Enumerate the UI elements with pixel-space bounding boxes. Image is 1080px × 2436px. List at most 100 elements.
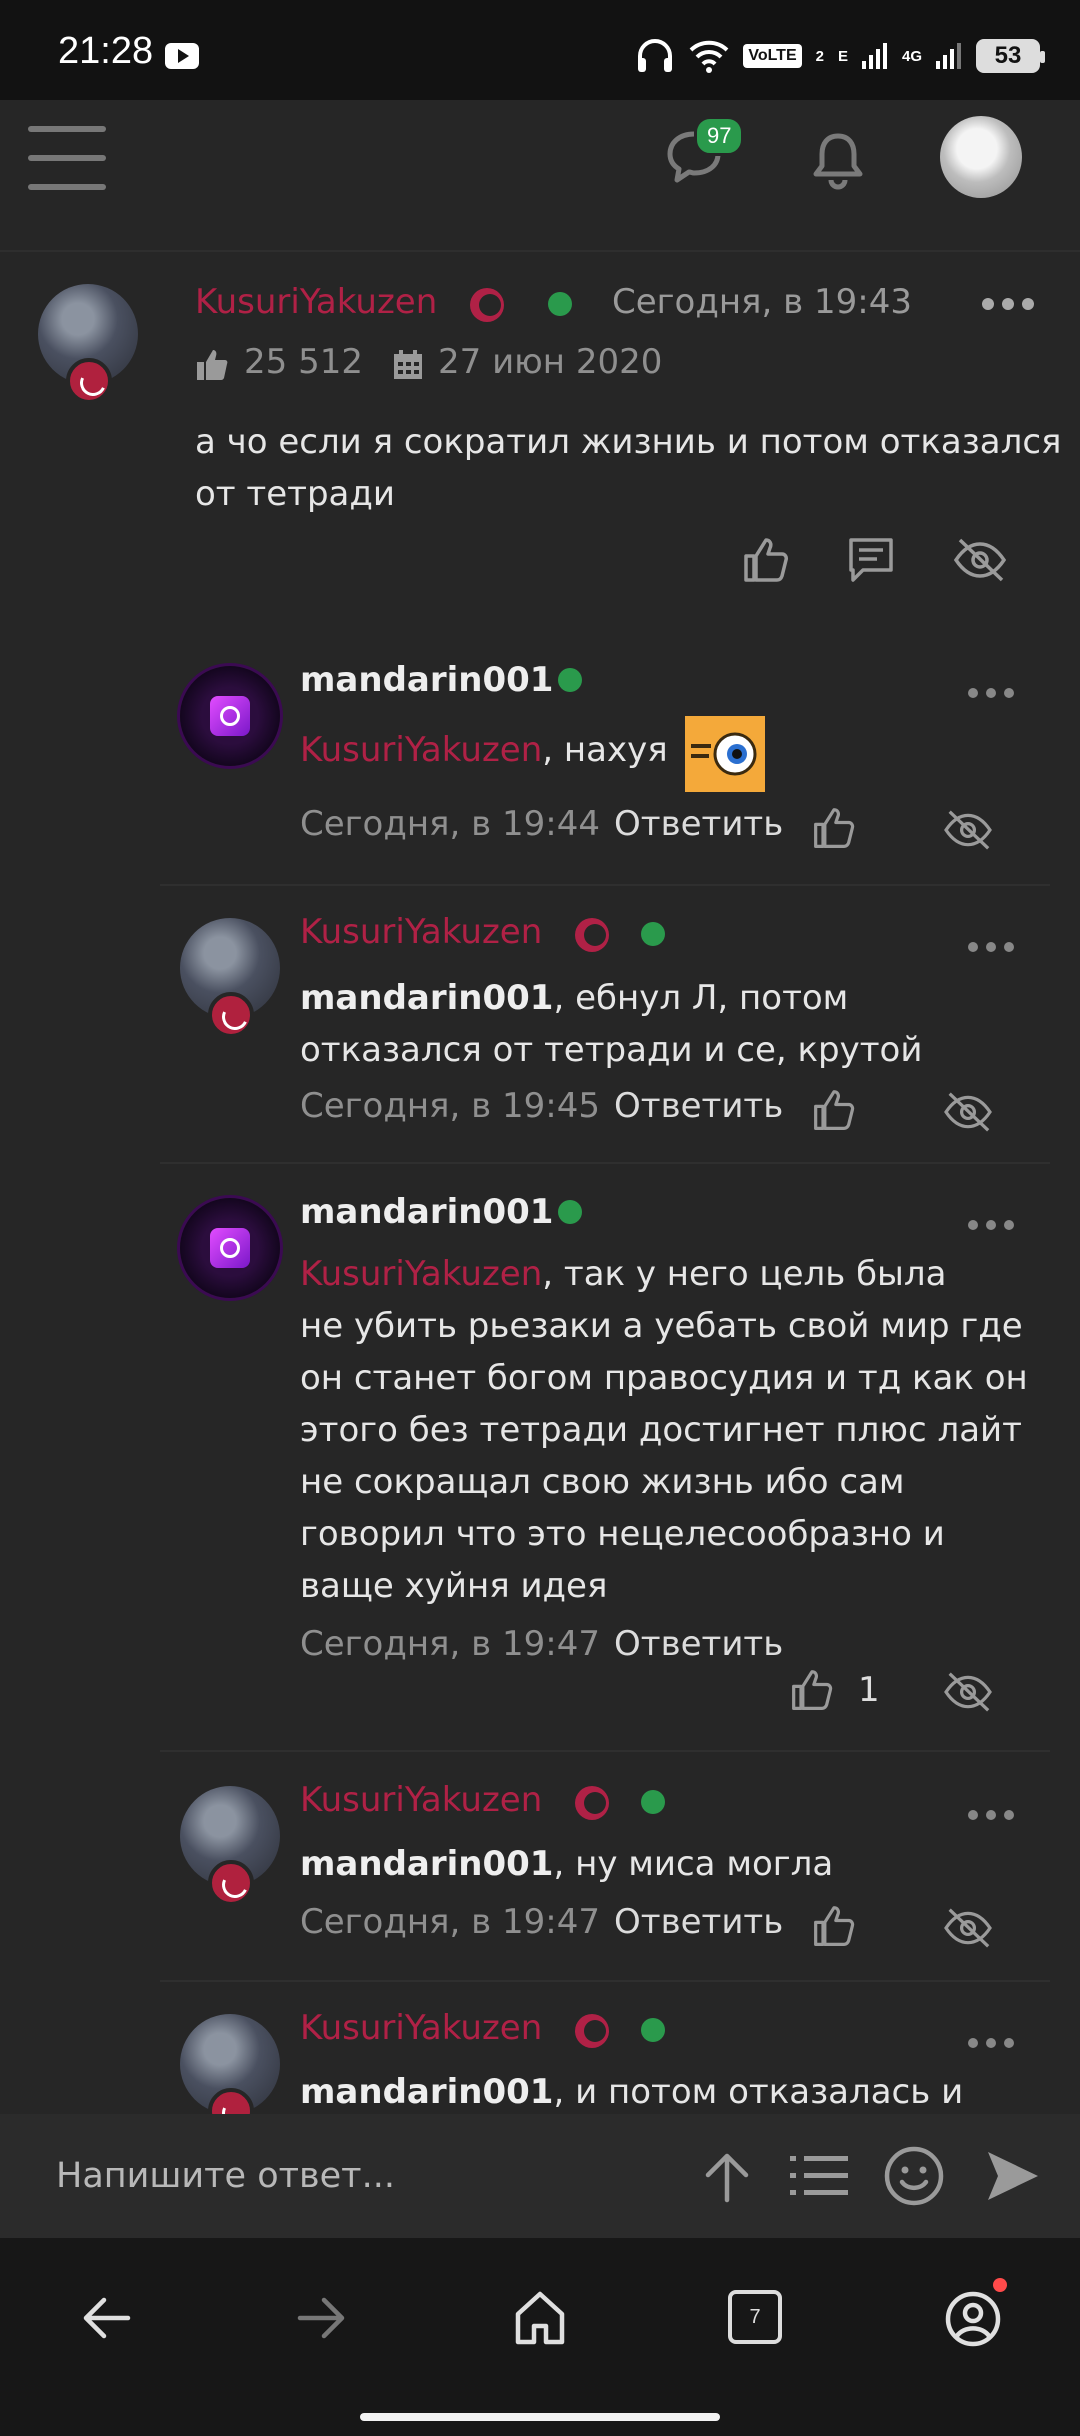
reply-author[interactable]: mandarin001 bbox=[300, 660, 553, 700]
moon-icon bbox=[470, 288, 504, 322]
like-icon[interactable] bbox=[812, 806, 856, 850]
list-icon[interactable] bbox=[790, 2152, 850, 2200]
reply-date[interactable]: Сегодня, в 19:47 bbox=[300, 1902, 600, 1942]
reply-author[interactable]: KusuriYakuzen bbox=[300, 2008, 542, 2048]
avatar[interactable] bbox=[180, 2014, 280, 2114]
more-options-icon[interactable] bbox=[968, 688, 1014, 698]
more-options-icon[interactable] bbox=[968, 1220, 1014, 1230]
reply-text: KusuriYakuzen, нахуя bbox=[300, 730, 668, 770]
avatar[interactable] bbox=[180, 666, 280, 766]
reply-author[interactable]: KusuriYakuzen bbox=[300, 912, 542, 952]
like-icon[interactable] bbox=[812, 1088, 856, 1132]
moon-badge-icon bbox=[208, 992, 254, 1038]
gesture-bar[interactable] bbox=[360, 2413, 720, 2421]
moon-icon bbox=[575, 918, 609, 952]
menu-button[interactable] bbox=[28, 126, 106, 192]
send-icon[interactable] bbox=[984, 2146, 1042, 2206]
online-indicator bbox=[641, 2018, 665, 2042]
reply-composer: Напишите ответ... bbox=[0, 2114, 1080, 2238]
back-icon[interactable] bbox=[80, 2294, 132, 2342]
reply-date[interactable]: Сегодня, в 19:45 bbox=[300, 1086, 600, 1126]
reply-comment: mandarin001 KusuriYakuzen, нахуя Сегодня… bbox=[0, 622, 1080, 884]
status-time: 21:28 bbox=[58, 30, 154, 72]
profile-avatar[interactable] bbox=[940, 116, 1022, 198]
user-joined: 27 июн 2020 bbox=[438, 342, 663, 382]
hide-icon[interactable] bbox=[942, 808, 994, 852]
moon-icon bbox=[575, 2014, 609, 2048]
post-author[interactable]: KusuriYakuzen bbox=[195, 282, 437, 322]
forward-icon[interactable] bbox=[296, 2294, 348, 2342]
home-icon[interactable] bbox=[514, 2290, 566, 2346]
mention-link[interactable]: mandarin001 bbox=[300, 978, 553, 1018]
reply-author[interactable]: mandarin001 bbox=[300, 1192, 553, 1232]
signal-icon bbox=[861, 43, 887, 69]
wifi-icon bbox=[689, 40, 729, 73]
moon-badge-icon bbox=[208, 2088, 254, 2114]
reply-button[interactable]: Ответить bbox=[614, 804, 783, 844]
headphones-icon bbox=[638, 39, 673, 72]
like-icon[interactable] bbox=[790, 1668, 834, 1712]
reply-comment: KusuriYakuzen mandarin001, ну миса могла… bbox=[0, 1752, 1080, 1980]
reply-button[interactable]: Ответить bbox=[614, 1086, 783, 1126]
moon-icon bbox=[575, 1786, 609, 1820]
network-e: E bbox=[837, 47, 848, 65]
browser-nav-bar: 7 bbox=[0, 2238, 1080, 2436]
arrow-up-icon[interactable] bbox=[702, 2150, 752, 2204]
hide-icon[interactable] bbox=[952, 536, 1008, 584]
hide-icon[interactable] bbox=[942, 1906, 994, 1950]
emoji-icon[interactable] bbox=[882, 2144, 946, 2208]
youtube-icon bbox=[165, 43, 199, 69]
volte-badge: VoLTE bbox=[743, 44, 802, 68]
network-4g: 4G bbox=[901, 47, 922, 65]
reply-comment: mandarin001 KusuriYakuzen, так у него це… bbox=[0, 1164, 1080, 1750]
mention-link[interactable]: KusuriYakuzen bbox=[300, 730, 542, 770]
sim-index: 2 bbox=[815, 47, 824, 65]
avatar[interactable] bbox=[180, 918, 280, 1038]
tabs-button[interactable]: 7 bbox=[728, 2290, 782, 2344]
calendar-icon bbox=[394, 350, 422, 379]
avatar[interactable] bbox=[180, 1786, 280, 1906]
online-indicator bbox=[641, 922, 665, 946]
moon-badge-icon bbox=[208, 1860, 254, 1906]
reply-date[interactable]: Сегодня, в 19:47 bbox=[300, 1624, 600, 1664]
avatar-cube-icon bbox=[210, 1228, 250, 1268]
online-indicator bbox=[641, 1790, 665, 1814]
reply-text: mandarin001, ну миса могла bbox=[300, 1844, 834, 1884]
account-icon[interactable] bbox=[944, 2290, 1002, 2348]
avatar[interactable] bbox=[38, 284, 138, 404]
more-options-icon[interactable] bbox=[968, 942, 1014, 952]
eye-emoji-icon bbox=[685, 716, 765, 792]
online-indicator bbox=[558, 1200, 582, 1224]
reply-date[interactable]: Сегодня, в 19:44 bbox=[300, 804, 600, 844]
reply-text: KusuriYakuzen, так у него цель была не у… bbox=[300, 1254, 1028, 1606]
mention-link[interactable]: mandarin001 bbox=[300, 1844, 553, 1884]
mention-link[interactable]: mandarin001 bbox=[300, 2072, 553, 2112]
online-indicator bbox=[548, 292, 572, 316]
notifications-icon[interactable] bbox=[810, 130, 866, 190]
more-options-icon[interactable] bbox=[968, 1810, 1014, 1820]
like-count: 1 bbox=[858, 1670, 880, 1710]
quote-reply-icon[interactable] bbox=[845, 536, 897, 584]
emoji-sticker bbox=[685, 716, 765, 792]
reply-text: mandarin001, ебнул Л, потом отказался от… bbox=[300, 978, 923, 1070]
reply-input[interactable]: Напишите ответ... bbox=[56, 2156, 395, 2196]
user-likes: 25 512 bbox=[244, 342, 363, 382]
more-options-icon[interactable] bbox=[968, 2038, 1014, 2048]
reply-text: mandarin001, и потом отказалась и bbox=[300, 2072, 964, 2112]
like-icon[interactable] bbox=[812, 1904, 856, 1948]
hide-icon[interactable] bbox=[942, 1670, 994, 1714]
reply-button[interactable]: Ответить bbox=[614, 1902, 783, 1942]
mention-link[interactable]: KusuriYakuzen bbox=[300, 1254, 542, 1294]
more-options-icon[interactable] bbox=[982, 298, 1034, 310]
hide-icon[interactable] bbox=[942, 1090, 994, 1134]
post-text: а чо если я сократил жизниь и потом отка… bbox=[195, 422, 1062, 514]
battery-indicator: 53 bbox=[976, 39, 1045, 73]
like-icon[interactable] bbox=[742, 536, 790, 584]
reply-comment: KusuriYakuzen mandarin001, и потом отказ… bbox=[0, 1982, 1080, 2114]
main-post: KusuriYakuzen Сегодня, в 19:43 25 512 27… bbox=[0, 252, 1080, 622]
reply-author[interactable]: KusuriYakuzen bbox=[300, 1780, 542, 1820]
reply-button[interactable]: Ответить bbox=[614, 1624, 783, 1664]
messages-badge: 97 bbox=[694, 116, 745, 156]
avatar[interactable] bbox=[180, 1198, 280, 1298]
post-date[interactable]: Сегодня, в 19:43 bbox=[612, 282, 912, 322]
